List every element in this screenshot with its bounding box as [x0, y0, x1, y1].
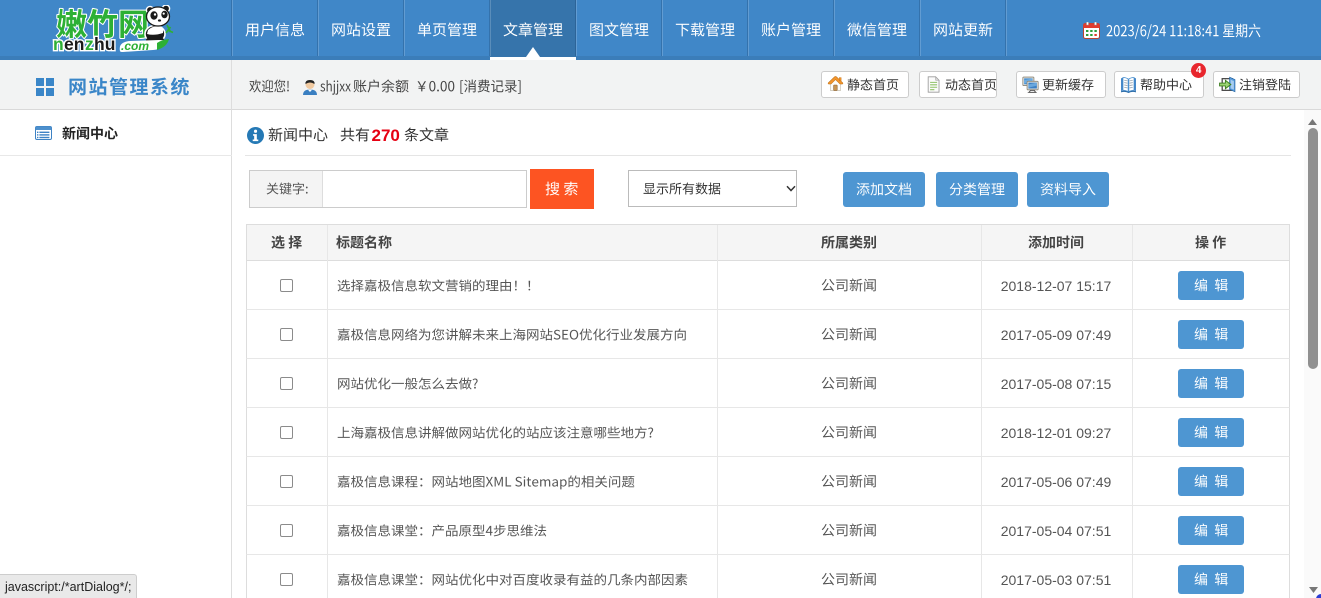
svg-text:.com: .com	[121, 39, 149, 53]
svg-text:hu: hu	[94, 34, 115, 54]
svg-text:en: en	[64, 34, 84, 54]
svg-text:n: n	[53, 34, 64, 54]
svg-text:z: z	[85, 34, 94, 54]
